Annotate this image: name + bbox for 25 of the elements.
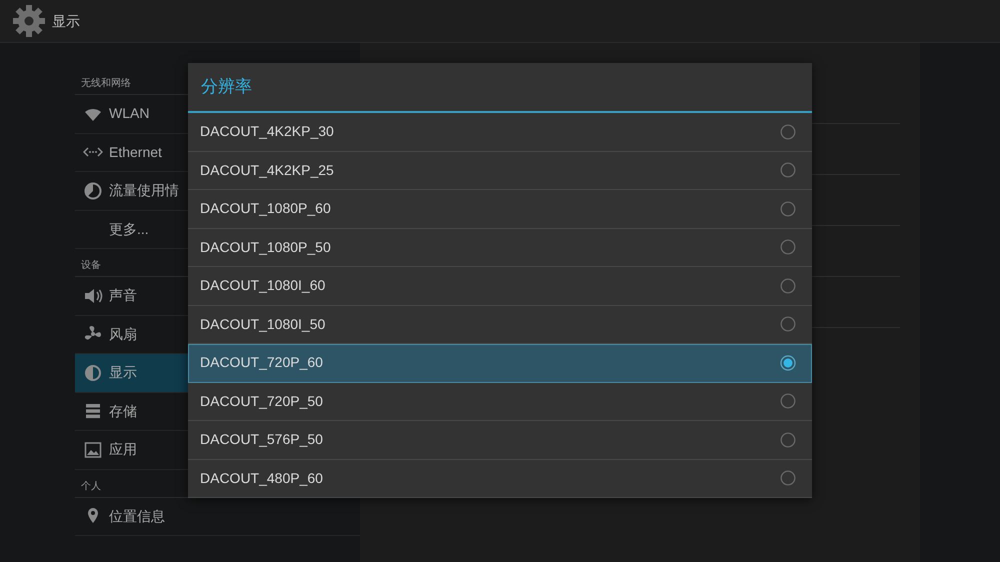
radio-button[interactable]	[780, 393, 796, 410]
resolution-option[interactable]: DACOUT_4K2KP_25	[188, 152, 812, 190]
resolution-option[interactable]: DACOUT_4K2KP_30	[188, 113, 812, 152]
radio-button[interactable]	[780, 470, 796, 486]
radio-button[interactable]	[780, 354, 796, 371]
radio-button[interactable]	[780, 200, 796, 217]
brightness-icon	[83, 362, 103, 383]
image-icon	[83, 440, 103, 460]
pie-chart-icon	[83, 180, 103, 201]
resolution-option[interactable]: DACOUT_1080I_60	[188, 267, 812, 306]
radio-button[interactable]	[780, 278, 796, 294]
resolution-option[interactable]: DACOUT_480P_60	[188, 460, 812, 498]
radio-button[interactable]	[780, 124, 796, 140]
radio-button[interactable]	[780, 239, 796, 256]
resolution-option[interactable]: DACOUT_720P_50	[188, 382, 812, 421]
radio-button[interactable]	[780, 432, 796, 448]
radio-button[interactable]	[780, 162, 796, 178]
resolution-option[interactable]: DACOUT_576P_50	[188, 421, 812, 460]
screen-title: 显示	[52, 12, 80, 30]
resolution-option[interactable]: DACOUT_1080P_50	[188, 228, 812, 267]
resolution-option[interactable]: DACOUT_1080P_60	[188, 190, 812, 228]
dialog-title: 分辨率	[188, 63, 812, 113]
radio-button[interactable]	[780, 316, 796, 332]
settings-icon	[12, 4, 46, 38]
resolution-option[interactable]: DACOUT_720P_60	[188, 344, 812, 382]
